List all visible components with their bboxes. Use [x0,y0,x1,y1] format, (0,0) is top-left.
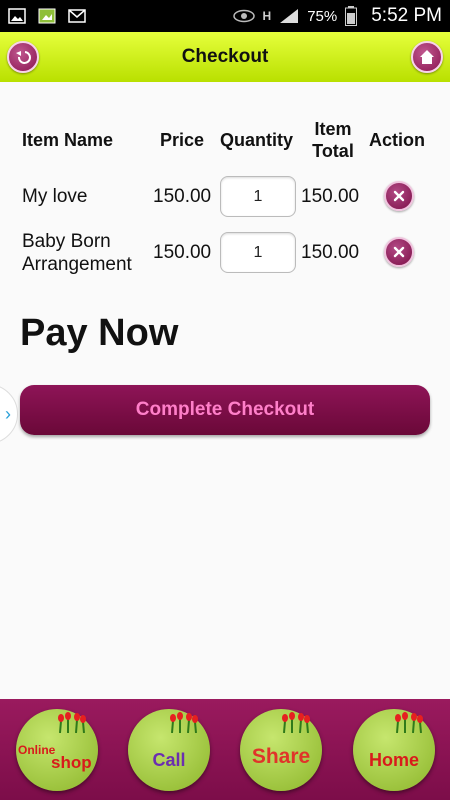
image-download-icon [38,8,56,24]
header-price: Price [160,130,205,150]
nav-call[interactable]: Call [128,709,210,791]
complete-checkout-button[interactable]: Complete Checkout [20,385,430,435]
tulips-icon [282,712,310,733]
home-button[interactable] [411,41,443,73]
item-total: 150.00 [301,242,360,263]
item-total: 150.00 [301,186,360,207]
item-name: Baby Born Arrangement [22,230,132,276]
page-title: Checkout [181,46,269,67]
header-item-name: Item Name [22,130,114,150]
battery-icon [345,6,358,26]
complete-checkout-label: Complete Checkout [135,399,315,420]
back-arrow-icon [16,51,31,64]
close-icon [393,190,405,202]
checkout-screen: H 75% 5:52 PM Checkout Item Name Price Q… [0,0,450,800]
back-button[interactable] [7,41,39,73]
eye-icon [232,9,255,23]
remove-item-button[interactable] [384,237,414,267]
header-action: Action [369,130,425,150]
nav-label-online: Online [18,743,56,757]
network-type: H [262,9,272,23]
quantity-field[interactable]: 1 [220,232,296,273]
nav-label-home: Home [368,749,419,770]
battery-percent: 75% [307,7,338,25]
nav-share[interactable]: Share [240,709,322,791]
close-icon [393,246,405,258]
header-item-total-line2: Total [312,141,354,161]
nav-online-shop[interactable]: Online shop [16,709,98,791]
nav-label-shop: shop [51,753,92,772]
header-item-total-line1: Item [314,119,352,139]
notification-icons [8,8,86,24]
item-price: 150.00 [153,242,212,263]
header-quantity: Quantity [220,130,294,150]
side-drawer-handle[interactable]: › [0,384,18,444]
bottom-nav: Online shop Call Share Home [0,699,450,800]
nav-online-shop-label-wrap: Online shop [16,709,98,791]
signal-icon [280,9,299,23]
nav-label-share: Share [251,745,311,768]
status-bar: H 75% 5:52 PM [0,0,450,32]
pay-now-heading: Pay Now [20,312,179,354]
clock: 5:52 PM [371,5,442,26]
header-item-total: Item Total [308,118,358,162]
item-price: 150.00 [153,186,212,207]
home-icon [420,50,434,64]
chevron-right-icon: › [5,403,11,424]
gallery-icon [8,8,26,24]
nav-label-call: Call [152,749,186,770]
item-name: My love [22,186,88,207]
tulips-icon [170,712,198,733]
quantity-field[interactable]: 1 [220,176,296,217]
nav-home[interactable]: Home [353,709,435,791]
item-name-line1: Baby Born [22,231,111,252]
item-name-line2: Arrangement [22,254,132,275]
email-icon [68,9,86,23]
remove-item-button[interactable] [384,181,414,211]
tulips-icon [395,712,423,733]
system-indicators: H 75% 5:52 PM [232,5,442,27]
title-bar: Checkout [0,32,450,82]
